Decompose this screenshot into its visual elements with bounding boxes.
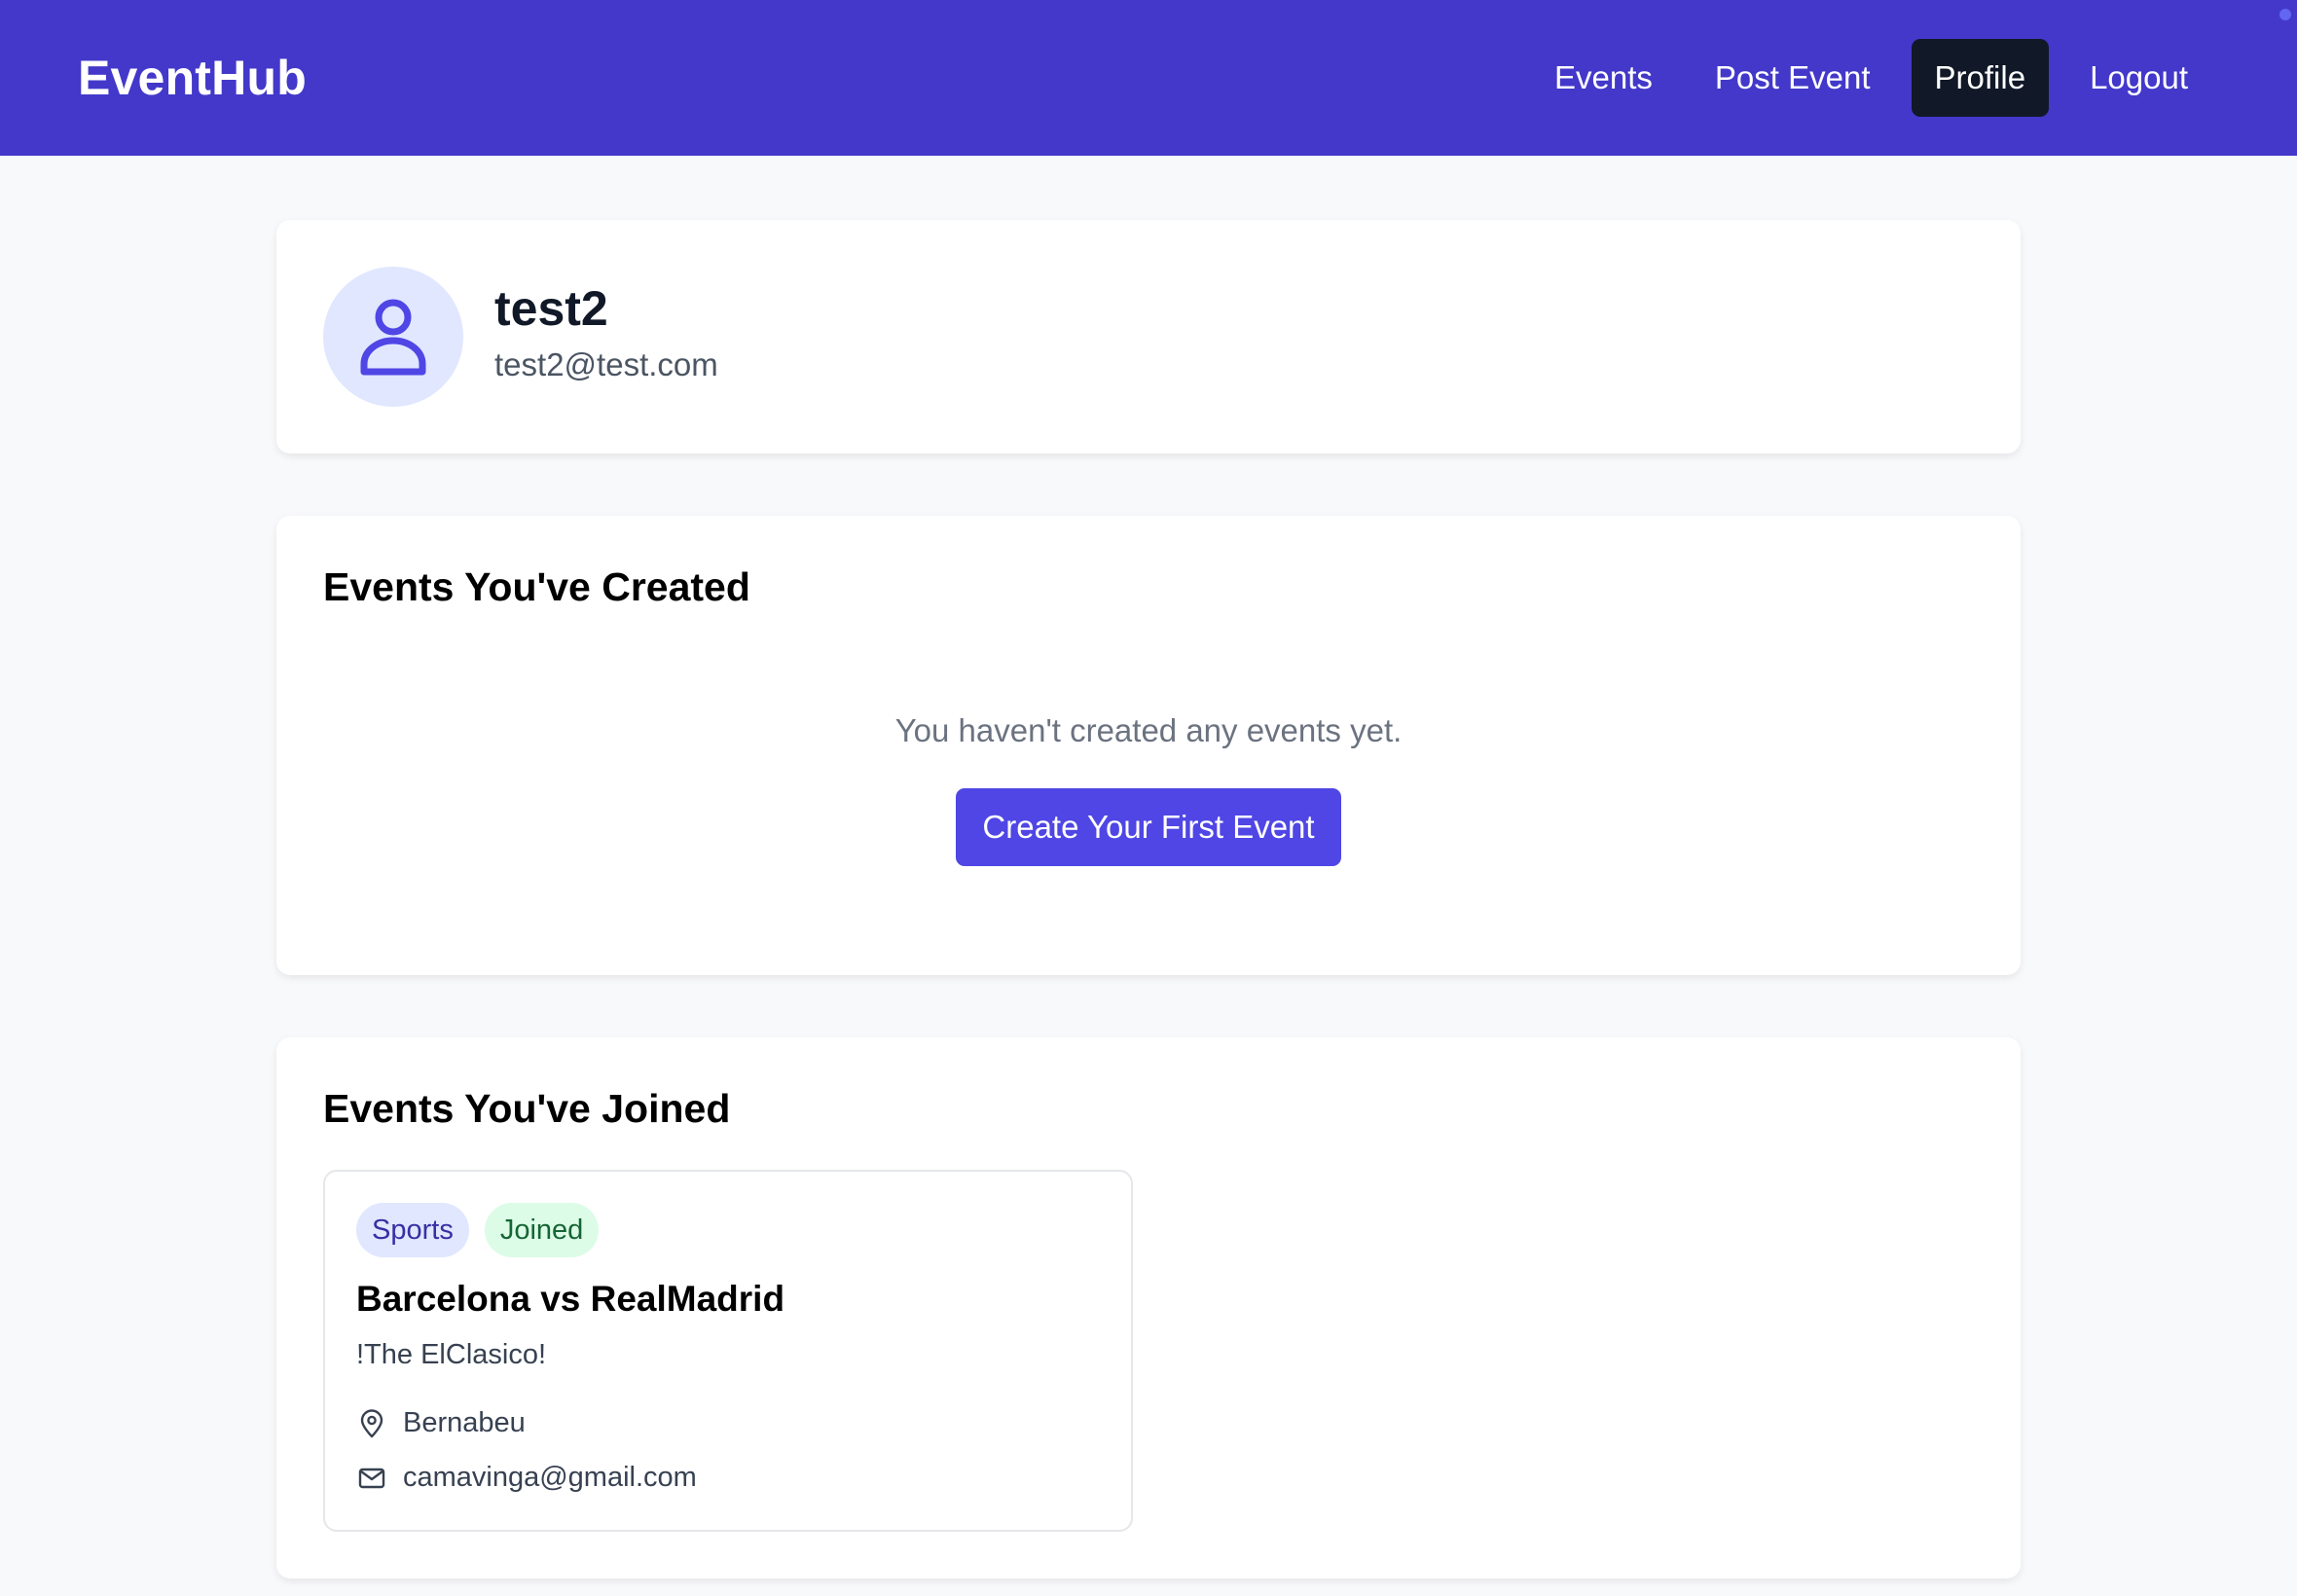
event-contact: camavinga@gmail.com bbox=[356, 1462, 697, 1494]
event-card[interactable]: Sports Joined Barcelona vs RealMadrid !T… bbox=[323, 1170, 1133, 1532]
corner-indicator-dot bbox=[2279, 9, 2291, 20]
category-badge: Sports bbox=[356, 1203, 469, 1257]
profile-username: test2 bbox=[494, 281, 608, 336]
create-first-event-button[interactable]: Create Your First Event bbox=[956, 788, 1341, 866]
empty-state-message: You haven't created any events yet. bbox=[894, 712, 1403, 748]
event-location-text: Bernabeu bbox=[403, 1407, 526, 1438]
nav-logout-link[interactable]: Logout bbox=[2059, 39, 2219, 117]
status-badge: Joined bbox=[484, 1203, 600, 1257]
created-events-title: Events You've Created bbox=[323, 564, 750, 609]
location-pin-icon bbox=[360, 1408, 383, 1437]
avatar bbox=[323, 267, 463, 407]
event-contact-email[interactable]: camavinga@gmail.com bbox=[403, 1462, 697, 1494]
brand-logo[interactable]: EventHub bbox=[78, 50, 307, 106]
joined-events-section: Events You've Joined Sports Joined Barce… bbox=[276, 1037, 2021, 1578]
event-badges: Sports Joined bbox=[356, 1203, 614, 1257]
created-events-section: Events You've Created You haven't create… bbox=[276, 516, 2021, 975]
top-navbar: EventHub Events Post Event Profile Logou… bbox=[0, 0, 2297, 156]
profile-card: test2 test2@test.com bbox=[276, 220, 2021, 453]
user-icon bbox=[360, 299, 426, 376]
nav-links: Events Post Event Profile Logout bbox=[1523, 39, 2219, 117]
mail-icon bbox=[358, 1468, 385, 1488]
nav-events-link[interactable]: Events bbox=[1523, 39, 1684, 117]
event-description: !The ElClasico! bbox=[356, 1339, 547, 1370]
profile-email: test2@test.com bbox=[494, 346, 718, 382]
nav-post-event-link[interactable]: Post Event bbox=[1684, 39, 1902, 117]
joined-events-title: Events You've Joined bbox=[323, 1086, 731, 1131]
event-location: Bernabeu bbox=[356, 1407, 526, 1439]
nav-profile-link[interactable]: Profile bbox=[1911, 39, 2050, 117]
event-title[interactable]: Barcelona vs RealMadrid bbox=[356, 1279, 784, 1320]
